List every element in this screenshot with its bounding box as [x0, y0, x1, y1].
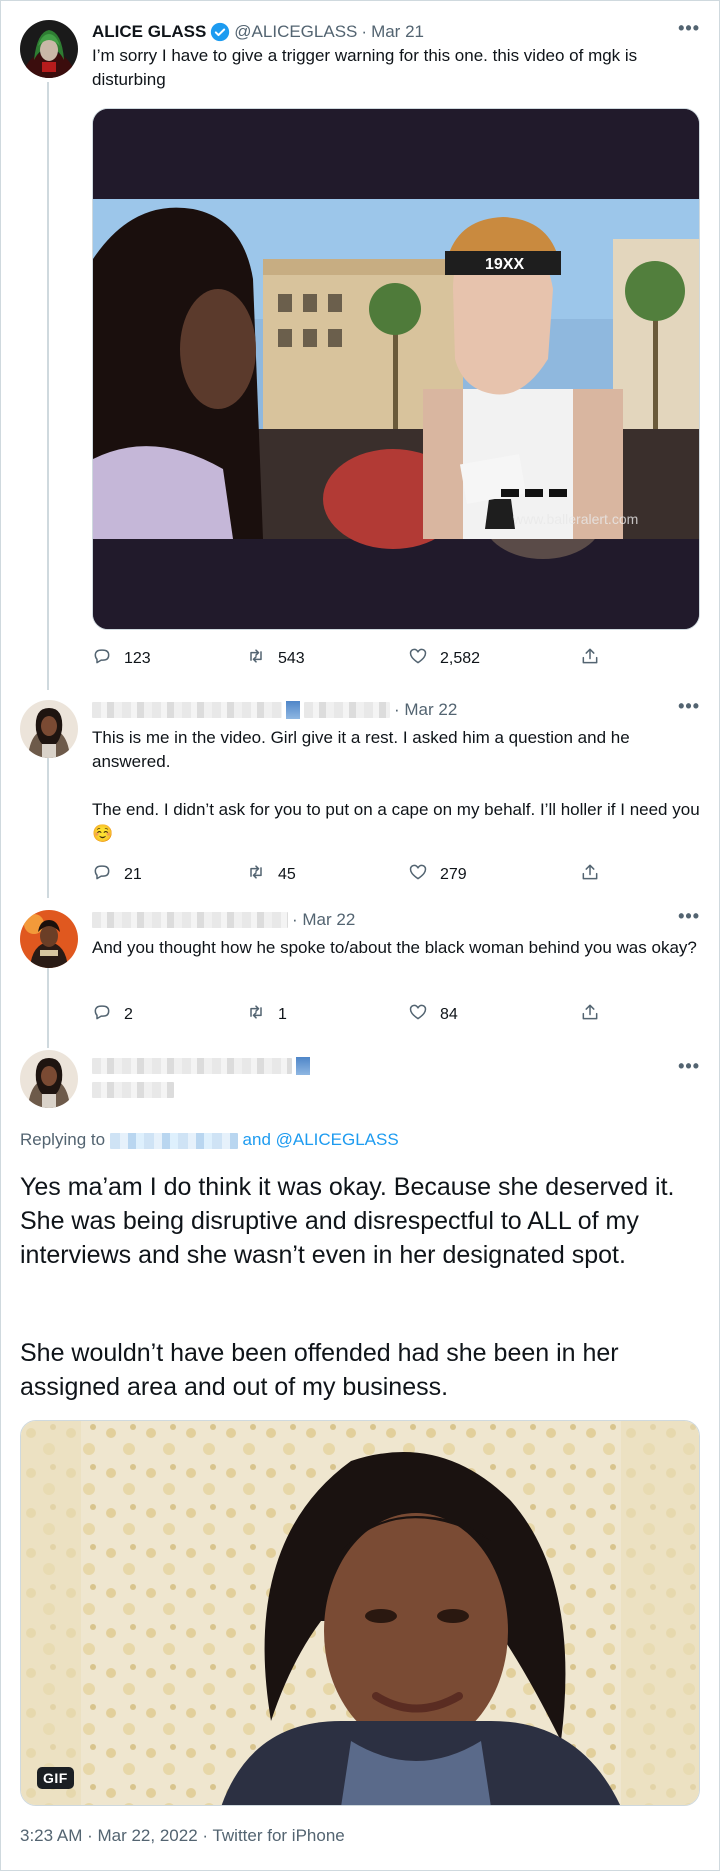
tweet-reply-interviewer[interactable]: · Mar 22 This is me in the video. Girl g…	[0, 690, 720, 900]
reply-button[interactable]: 123	[92, 646, 151, 671]
reply-count: 123	[124, 649, 151, 667]
tweet-alice-glass[interactable]: ALICE GLASS @ALICEGLASS · Mar 21 I’m sor…	[0, 0, 720, 690]
like-button[interactable]: 279	[408, 862, 467, 887]
tweet-text: This is me in the video. Girl give it a …	[92, 728, 630, 771]
redacted-name	[92, 1058, 292, 1074]
redacted-name	[92, 912, 288, 928]
retweet-button[interactable]: 543	[246, 646, 305, 671]
reply-button[interactable]: 21	[92, 862, 142, 887]
reply-icon	[92, 646, 112, 671]
main-tweet-paragraph: Yes ma’am I do think it was okay. Becaus…	[20, 1173, 675, 1269]
tweet-date[interactable]: Mar 21	[371, 20, 424, 44]
retweet-icon	[246, 646, 266, 671]
video-media[interactable]: 19XX www.balleralert.com	[92, 108, 700, 630]
reply-count: 2	[124, 1005, 133, 1023]
video-watermark: www.balleralert.com	[512, 511, 638, 527]
retweet-button[interactable]: 1	[246, 1002, 287, 1027]
replying-prefix: Replying to	[20, 1130, 106, 1149]
main-tweet-paragraph: She wouldn’t have been offended had she …	[20, 1339, 619, 1401]
tweet-date[interactable]: · Mar 22	[394, 698, 457, 722]
reply-button[interactable]: 2	[92, 1002, 133, 1027]
tweet-reply-question[interactable]: · Mar 22 And you thought how he spoke to…	[0, 900, 720, 1030]
like-icon	[408, 862, 428, 887]
avatar[interactable]	[20, 700, 78, 758]
like-button[interactable]: 2,582	[408, 646, 480, 671]
tweet-date[interactable]: · Mar 22	[292, 908, 355, 932]
more-icon[interactable]: •••	[678, 1056, 700, 1077]
avatar[interactable]	[20, 1050, 78, 1108]
redacted-badge	[296, 1057, 310, 1075]
gif-badge: GIF	[37, 1767, 74, 1789]
reply-icon	[92, 862, 112, 887]
retweet-icon	[246, 862, 266, 887]
tweet-text: The end. I didn’t ask for you to put on …	[92, 800, 700, 843]
redacted-handle	[92, 1082, 174, 1098]
like-icon	[408, 1002, 428, 1027]
redacted-name	[92, 702, 282, 718]
share-button[interactable]	[580, 1002, 600, 1027]
separator: ·	[361, 22, 368, 41]
share-icon	[580, 1002, 600, 1027]
like-count: 2,582	[440, 649, 481, 667]
replying-suffix[interactable]: and @ALICEGLASS	[243, 1130, 399, 1149]
share-button[interactable]	[580, 646, 600, 671]
reply-icon	[92, 1002, 112, 1027]
share-button[interactable]	[580, 862, 600, 887]
tweet-timestamp[interactable]: 3:23 AM · Mar 22, 2022 · Twitter for iPh…	[20, 1826, 345, 1846]
redacted-mention[interactable]	[109, 1132, 238, 1149]
tweet-header: ALICE GLASS @ALICEGLASS · Mar 21	[92, 20, 700, 44]
tweet-text: I’m sorry I have to give a trigger warni…	[92, 46, 638, 89]
replying-to: Replying to and @ALICEGLASS	[20, 1130, 399, 1150]
tweet-text: And you thought how he spoke to/about th…	[92, 938, 697, 957]
verified-icon	[210, 22, 230, 42]
headband-text: 19XX	[485, 256, 524, 273]
author-handle[interactable]	[92, 1080, 700, 1100]
more-icon[interactable]: •••	[678, 906, 700, 927]
retweet-count: 543	[278, 649, 305, 667]
tweet-header: · Mar 22	[92, 698, 700, 722]
retweet-icon	[246, 1002, 266, 1027]
redacted-handle	[304, 702, 390, 718]
like-count: 84	[440, 1005, 458, 1023]
like-count: 279	[440, 865, 467, 883]
redacted-badge	[286, 701, 300, 719]
reply-count: 21	[124, 865, 142, 883]
display-name[interactable]: ALICE GLASS	[92, 20, 206, 44]
more-icon[interactable]: •••	[678, 696, 700, 717]
more-icon[interactable]: •••	[678, 18, 700, 39]
avatar[interactable]	[20, 20, 78, 78]
like-icon	[408, 646, 428, 671]
share-icon	[580, 646, 600, 671]
retweet-button[interactable]: 45	[246, 862, 296, 887]
retweet-count: 45	[278, 865, 296, 883]
handle[interactable]: @ALICEGLASS	[234, 20, 357, 44]
like-button[interactable]: 84	[408, 1002, 458, 1027]
avatar[interactable]	[20, 910, 78, 968]
author-name[interactable]	[92, 1056, 700, 1076]
retweet-count: 1	[278, 1005, 287, 1023]
tweet-header: · Mar 22	[92, 908, 700, 932]
share-icon	[580, 862, 600, 887]
gif-media[interactable]: GIF	[20, 1420, 700, 1806]
